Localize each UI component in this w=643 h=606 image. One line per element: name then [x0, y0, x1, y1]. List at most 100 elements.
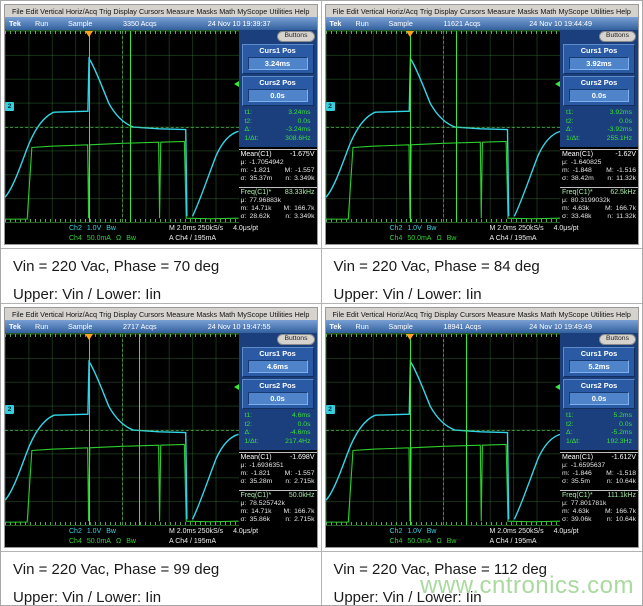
menu-item-help[interactable]: Help	[616, 310, 631, 319]
iin-current-trace	[5, 141, 239, 219]
menu-item-display[interactable]: Display	[434, 7, 458, 16]
menu-item-myscope[interactable]: MyScope	[559, 310, 589, 319]
cursor2-vbar[interactable]	[410, 334, 411, 525]
curs2-pos-value[interactable]: 0.0s	[248, 89, 308, 102]
menu-item-math[interactable]: Math	[219, 7, 235, 16]
menu-item-cursors[interactable]: Cursors	[139, 7, 164, 16]
menu-item-trig[interactable]: Trig	[99, 310, 111, 319]
ch4-scale[interactable]: 50.0mA	[87, 537, 111, 546]
buttons-button[interactable]: Buttons	[599, 334, 636, 345]
timebase-value[interactable]: M 2.0ms 250kS/s	[169, 224, 223, 233]
timebase-value[interactable]: M 2.0ms 250kS/s	[490, 527, 544, 536]
menu-item-file[interactable]: File	[12, 7, 24, 16]
menu-item-math[interactable]: Math	[219, 310, 235, 319]
mean-n-value: 3.349k	[294, 175, 314, 183]
menu-item-edit[interactable]: Edit	[346, 7, 358, 16]
menu-item-math[interactable]: Math	[540, 310, 556, 319]
menu-item-help[interactable]: Help	[295, 310, 310, 319]
menu-item-vertical[interactable]: Vertical	[40, 7, 64, 16]
ch4-scale[interactable]: 50.0mA	[87, 234, 111, 243]
menu-item-masks[interactable]: Masks	[196, 310, 217, 319]
max-label: M:	[285, 470, 293, 478]
curs2-pos-value[interactable]: 0.0s	[569, 392, 629, 405]
menu-item-math[interactable]: Math	[540, 7, 556, 16]
menu-item-masks[interactable]: Masks	[196, 7, 217, 16]
menu-item-myscope[interactable]: MyScope	[237, 310, 267, 319]
cursor1-vbar[interactable]	[456, 31, 457, 222]
curs1-pos-value[interactable]: 5.2ms	[569, 360, 629, 373]
ch4-scale[interactable]: 50.0mA	[407, 537, 431, 546]
menu-item-edit[interactable]: Edit	[346, 310, 358, 319]
menu-item-trig[interactable]: Trig	[99, 7, 111, 16]
timebase-value[interactable]: M 2.0ms 250kS/s	[169, 527, 223, 536]
menu-item-display[interactable]: Display	[113, 7, 137, 16]
cursor2-vbar[interactable]	[89, 31, 90, 222]
curs2-pos-label: Curs2 Pos	[564, 77, 634, 87]
freq-sigma-row: σ:28.62k n:3.349k	[241, 213, 315, 221]
curs2-pos-value[interactable]: 0.0s	[248, 392, 308, 405]
menu-item-cursors[interactable]: Cursors	[460, 310, 485, 319]
buttons-button[interactable]: Buttons	[599, 31, 636, 42]
ch2-scale[interactable]: 1.0V	[87, 224, 101, 233]
menu-item-file[interactable]: File	[333, 7, 345, 16]
menu-item-vertical[interactable]: Vertical	[361, 310, 385, 319]
menu-item-cursors[interactable]: Cursors	[139, 310, 164, 319]
mean-minmax-row: m:-1.848 M:-1.516	[562, 167, 636, 175]
menu-item-utilities[interactable]: Utilities	[269, 310, 292, 319]
menu-item-help[interactable]: Help	[616, 7, 631, 16]
curs1-pos-value[interactable]: 3.24ms	[248, 57, 308, 70]
menu-item-myscope[interactable]: MyScope	[237, 7, 267, 16]
cursor1-vbar[interactable]	[130, 31, 131, 222]
menu-item-myscope[interactable]: MyScope	[559, 7, 589, 16]
mean-n-pair: n:2.715k	[285, 478, 314, 486]
cursor1-vbar[interactable]	[139, 334, 140, 525]
menu-item-cursors[interactable]: Cursors	[460, 7, 485, 16]
timebase-value[interactable]: M 2.0ms 250kS/s	[490, 224, 544, 233]
menu-item-edit[interactable]: Edit	[26, 310, 38, 319]
menu-item-trig[interactable]: Trig	[420, 310, 432, 319]
menu-item-measure[interactable]: Measure	[166, 310, 194, 319]
buttons-button[interactable]: Buttons	[277, 334, 314, 345]
menu-item-help[interactable]: Help	[295, 7, 310, 16]
scope-menu-bar: FileEditVerticalHoriz/AcqTrigDisplayCurs…	[326, 308, 639, 320]
ch2-label: Ch2	[390, 527, 403, 536]
menu-item-measure[interactable]: Measure	[487, 310, 515, 319]
curs1-pos-value[interactable]: 3.92ms	[569, 57, 629, 70]
menu-item-masks[interactable]: Masks	[517, 310, 538, 319]
menu-item-trig[interactable]: Trig	[420, 7, 432, 16]
menu-item-horiz-acq[interactable]: Horiz/Acq	[66, 7, 97, 16]
menu-item-horiz-acq[interactable]: Horiz/Acq	[66, 310, 97, 319]
cursor2-vbar[interactable]	[89, 334, 90, 525]
ch2-scale[interactable]: 1.0V	[407, 527, 421, 536]
n-label: n:	[285, 516, 291, 524]
menu-item-measure[interactable]: Measure	[166, 7, 194, 16]
menu-item-utilities[interactable]: Utilities	[591, 7, 614, 16]
menu-item-utilities[interactable]: Utilities	[591, 310, 614, 319]
menu-item-file[interactable]: File	[12, 310, 24, 319]
mean-mu-value: -1.6595637	[571, 462, 605, 470]
t1-value: 3.92ms	[610, 109, 632, 118]
menu-item-display[interactable]: Display	[434, 310, 458, 319]
acquisition-mode: Sample	[68, 322, 123, 331]
ch4-scale[interactable]: 50.0mA	[407, 234, 431, 243]
ohm-symbol: Ω	[436, 537, 441, 546]
menu-item-masks[interactable]: Masks	[517, 7, 538, 16]
menu-item-file[interactable]: File	[333, 310, 345, 319]
menu-item-display[interactable]: Display	[113, 310, 137, 319]
menu-item-utilities[interactable]: Utilities	[269, 7, 292, 16]
menu-item-horiz-acq[interactable]: Horiz/Acq	[387, 7, 418, 16]
menu-item-horiz-acq[interactable]: Horiz/Acq	[387, 310, 418, 319]
menu-item-edit[interactable]: Edit	[26, 7, 38, 16]
delta-value: -4.6ms	[290, 429, 311, 438]
menu-item-measure[interactable]: Measure	[487, 7, 515, 16]
ch2-scale[interactable]: 1.0V	[407, 224, 421, 233]
menu-item-vertical[interactable]: Vertical	[361, 7, 385, 16]
curs1-pos-value[interactable]: 4.6ms	[248, 360, 308, 373]
ch2-scale[interactable]: 1.0V	[87, 527, 101, 536]
cursor1-vbar[interactable]	[466, 334, 467, 525]
buttons-button[interactable]: Buttons	[277, 31, 314, 42]
menu-item-vertical[interactable]: Vertical	[40, 310, 64, 319]
curs2-pos-value[interactable]: 0.0s	[569, 89, 629, 102]
cursor2-vbar[interactable]	[410, 31, 411, 222]
graticule: 2	[326, 333, 561, 526]
